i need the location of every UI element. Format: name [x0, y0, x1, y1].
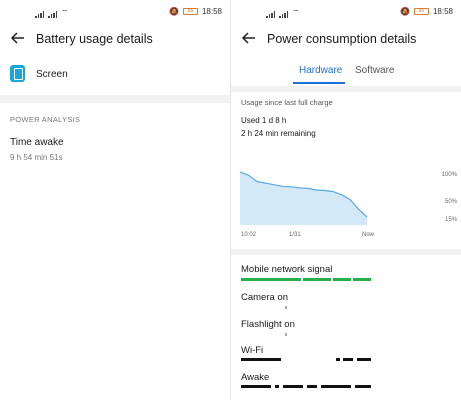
x-tick-mid: 1/31 — [289, 232, 301, 238]
mobile-signal-bar — [241, 278, 371, 281]
hw-flashlight-on: Flashlight on — [241, 319, 295, 330]
section-separator — [231, 86, 461, 92]
status-time: 18:58 — [201, 7, 222, 16]
mute-icon: 🔕 — [169, 7, 179, 16]
signal-icon — [266, 11, 275, 18]
screen-usage-row[interactable]: Screen — [0, 58, 230, 94]
section-separator — [231, 249, 461, 255]
x-tick-start: 10:02 — [241, 232, 257, 238]
usage-header: Usage since last full charge — [241, 98, 333, 107]
title-bar: Power consumption details — [231, 24, 461, 56]
signal-icon — [279, 11, 288, 18]
tab-software[interactable]: Software — [355, 65, 394, 76]
wifi-icon: ⌔ — [61, 8, 69, 17]
flashlight-bar — [241, 333, 371, 336]
awake-bar — [241, 385, 371, 388]
signal-icon — [35, 11, 44, 18]
page-title: Battery usage details — [36, 32, 153, 46]
tab-bar: Hardware Software — [231, 62, 461, 84]
status-right: 🔕 85 18:58 — [169, 7, 222, 16]
remaining-time: 2 h 24 min remaining — [241, 129, 316, 138]
back-arrow-icon[interactable] — [241, 30, 257, 46]
signal-icon — [48, 11, 57, 18]
screen-label: Screen — [36, 69, 68, 80]
tab-hardware[interactable]: Hardware — [299, 65, 342, 76]
hw-wifi: Wi-Fi — [241, 345, 264, 356]
power-consumption-panel: ⌔ 🔕 85 18:58 Power consumption details H… — [231, 0, 461, 400]
x-tick-end: Now — [362, 232, 375, 238]
hw-camera-on: Camera on — [241, 292, 288, 303]
used-duration: Used 1 d 8 h — [241, 116, 287, 125]
page-title: Power consumption details — [267, 32, 417, 46]
camera-bar — [241, 306, 371, 309]
status-bar: ⌔ 🔕 85 18:58 — [0, 0, 230, 22]
active-tab-indicator — [293, 82, 345, 84]
back-arrow-icon[interactable] — [10, 30, 26, 46]
wifi-bar — [241, 358, 371, 361]
battery-icon: 85 — [182, 8, 198, 15]
signal-indicators: ⌔ — [35, 8, 69, 18]
hw-mobile-network-signal: Mobile network signal — [241, 264, 333, 275]
battery-icon: 85 — [413, 8, 429, 15]
y-tick-100: 100% — [442, 172, 458, 178]
y-tick-50: 50% — [445, 199, 458, 205]
section-separator — [0, 95, 230, 103]
status-right: 🔕 85 18:58 — [400, 7, 453, 16]
y-tick-15: 15% — [445, 217, 458, 223]
wifi-icon: ⌔ — [292, 8, 300, 17]
battery-usage-details-panel: ⌔ 🔕 85 18:58 Battery usage details Scree… — [0, 0, 230, 400]
time-awake-label: Time awake — [10, 137, 64, 148]
status-bar: ⌔ 🔕 85 18:58 — [231, 0, 461, 22]
signal-indicators: ⌔ — [266, 8, 300, 18]
status-time: 18:58 — [432, 7, 453, 16]
screen-icon — [10, 65, 25, 82]
mute-icon: 🔕 — [400, 7, 410, 16]
time-awake-value: 9 h 54 min 51s — [10, 153, 63, 162]
section-header: POWER ANALYSIS — [10, 115, 81, 124]
title-bar: Battery usage details — [0, 24, 230, 56]
hw-awake: Awake — [241, 372, 270, 383]
battery-level-chart: 100% 50% 15% 10:02 1/31 Now — [239, 171, 458, 238]
